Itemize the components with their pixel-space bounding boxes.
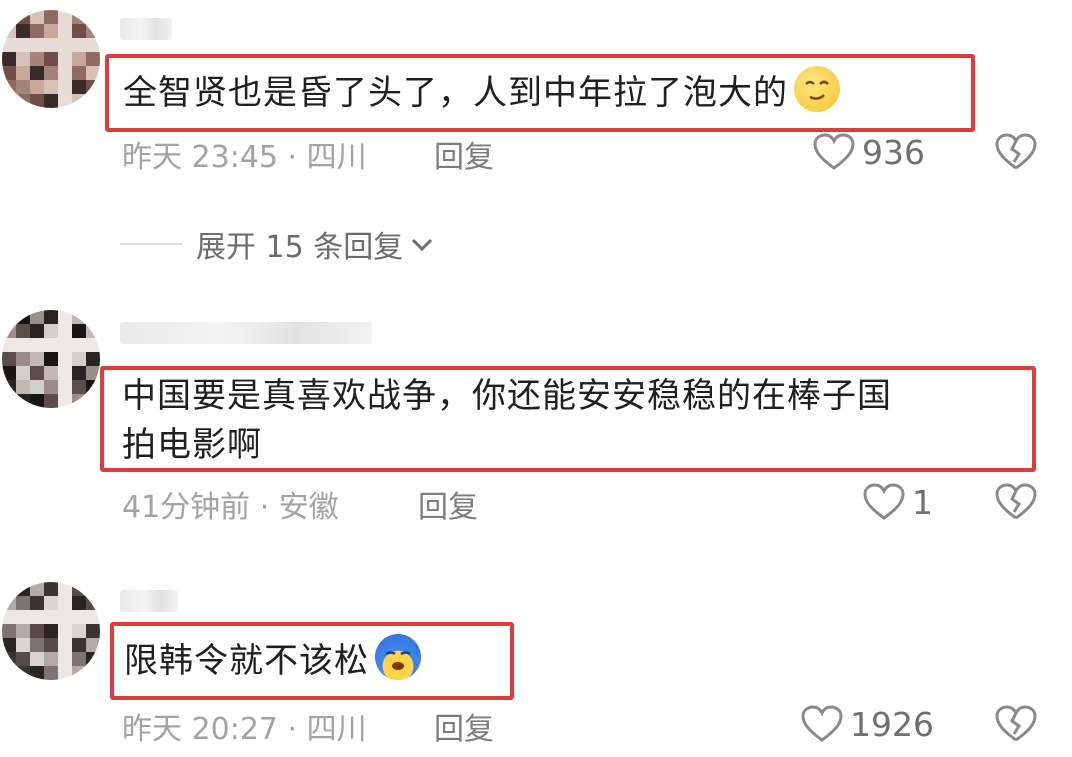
- crying-face-emoji: [375, 634, 421, 680]
- username-blurred[interactable]: [120, 322, 372, 344]
- chevron-down-icon: [412, 238, 433, 252]
- heart-icon: [801, 705, 843, 742]
- avatar[interactable]: [2, 310, 100, 408]
- username-blurred[interactable]: [120, 590, 178, 612]
- divider-line: [120, 243, 182, 245]
- smirk-face-emoji: [794, 66, 840, 112]
- avatar[interactable]: [2, 582, 100, 680]
- expand-replies-button[interactable]: 展开 15 条回复: [120, 222, 435, 266]
- like-count: 1926: [850, 704, 934, 744]
- like-button[interactable]: 936: [812, 130, 925, 174]
- reply-button[interactable]: 回复: [434, 132, 494, 176]
- highlight-box: 全智贤也是昏了头了，人到中年拉了泡大的: [105, 54, 975, 132]
- avatar[interactable]: [2, 10, 100, 108]
- highlight-box: 中国要是真喜欢战争，你还能安安稳稳的在棒子国 拍电影啊: [100, 366, 1036, 472]
- heart-icon: [863, 483, 905, 520]
- highlight-box: 限韩令就不该松: [110, 622, 514, 700]
- username-blurred[interactable]: [120, 18, 172, 40]
- like-button[interactable]: 1: [862, 480, 933, 524]
- comment-meta: 昨天 23:45 · 四川: [122, 140, 367, 175]
- like-count: 1: [912, 482, 933, 522]
- comment-meta: 昨天 20:27 · 四川: [122, 712, 367, 747]
- like-button[interactable]: 1926: [800, 702, 934, 746]
- comment-text: 中国要是真喜欢战争，你还能安安稳稳的在棒子国 拍电影啊: [122, 376, 892, 465]
- broken-heart-icon[interactable]: [994, 132, 1038, 172]
- reply-button[interactable]: 回复: [418, 482, 478, 526]
- reply-button[interactable]: 回复: [434, 704, 494, 748]
- broken-heart-icon[interactable]: [994, 482, 1038, 522]
- expand-replies-label: 展开 15 条回复: [196, 230, 404, 265]
- comment-text: 限韩令就不该松: [124, 634, 421, 686]
- broken-heart-icon[interactable]: [994, 704, 1038, 744]
- like-count: 936: [862, 132, 925, 172]
- comment-meta: 41分钟前 · 安徽: [122, 490, 339, 525]
- heart-icon: [813, 133, 855, 170]
- comment-text: 全智贤也是昏了头了，人到中年拉了泡大的: [123, 66, 840, 118]
